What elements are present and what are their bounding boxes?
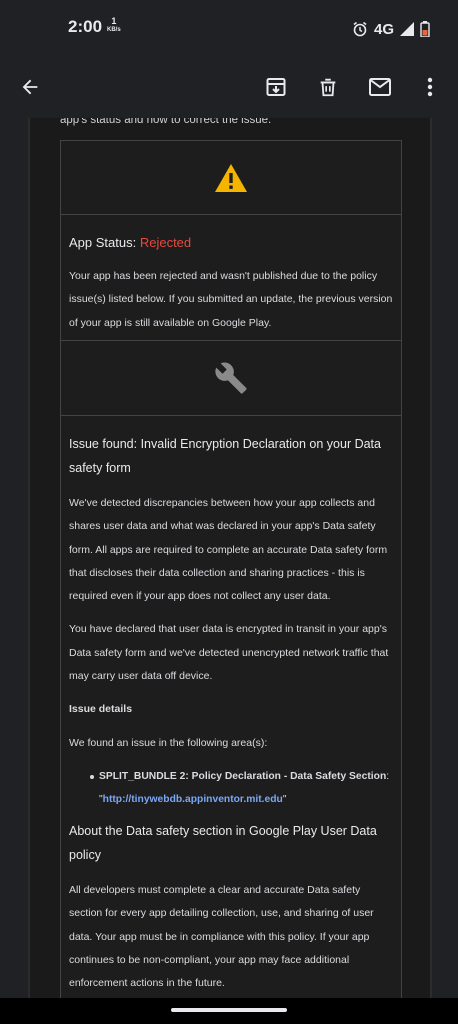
app-bar [0,56,458,118]
network-speed-unit: KB/s [107,27,121,33]
back-button[interactable] [11,68,49,106]
status-bar: 2:00 1 KB/s 4G [0,0,458,56]
clock: 2:00 [68,17,103,36]
app-status-section: App Status: Rejected Your app has been r… [60,214,402,341]
app-status-value: Rejected [139,235,192,250]
signal-icon [400,22,414,36]
wrench-icon-wrap [61,341,401,415]
battery-low-icon [420,21,430,37]
more-vert-icon [427,77,433,97]
archive-icon [266,78,286,96]
network-speed-value: 1 [111,16,117,26]
email-body[interactable]: app's status and how to correct the issu… [30,118,430,998]
issue-details-heading: Issue details [69,703,133,716]
warning-icon-wrap [61,141,401,214]
status-paragraph: Your app has been rejected and wasn't pu… [69,270,393,329]
mail-icon [369,78,391,96]
navigation-bar [0,998,458,1024]
about-paragraph: All developers must complete a clear and… [69,883,374,990]
home-gesture-handle[interactable] [171,1008,287,1012]
issue-details-intro: We found an issue in the following area(… [69,736,268,749]
delete-button[interactable] [309,68,347,106]
mark-unread-button[interactable] [361,68,399,106]
warning-icon [215,163,247,192]
issue-title: Issue found: Invalid Encryption Declarat… [69,437,381,475]
issue-section: Issue found: Invalid Encryption Declarat… [60,415,402,998]
wrench-icon [215,362,247,394]
wrench-banner [60,340,402,416]
app-status-line: App Status: Rejected [69,231,393,255]
about-title: About the Data safety section in Google … [69,823,377,862]
issue-paragraph-2: You have declared that user data is encr… [69,623,389,683]
issue-link[interactable]: http://tinywebdb.appinventor.mit.edu [103,794,283,805]
back-arrow-icon [22,79,38,95]
network-speed: 1 KB/s [107,17,121,35]
issue-bullet: SPLIT_BUNDLE 2: Policy Declaration - Dat… [69,765,393,811]
alarm-icon [353,21,367,37]
app-status-label: App Status: [69,235,140,250]
more-options-button[interactable] [411,68,449,106]
partial-text-line: app's status and how to correct the issu… [60,118,272,126]
delete-icon [320,78,336,97]
archive-button[interactable] [257,68,295,106]
issue-paragraph-1: We've detected discrepancies between how… [69,497,388,603]
issue-bullet-end: " [282,793,287,805]
warning-banner [60,140,402,215]
content-border-right [430,118,432,998]
issue-bullet-label: SPLIT_BUNDLE 2: Policy Declaration - Dat… [99,770,387,782]
network-type: 4G [373,20,394,38]
status-icons: 4G [352,19,430,39]
